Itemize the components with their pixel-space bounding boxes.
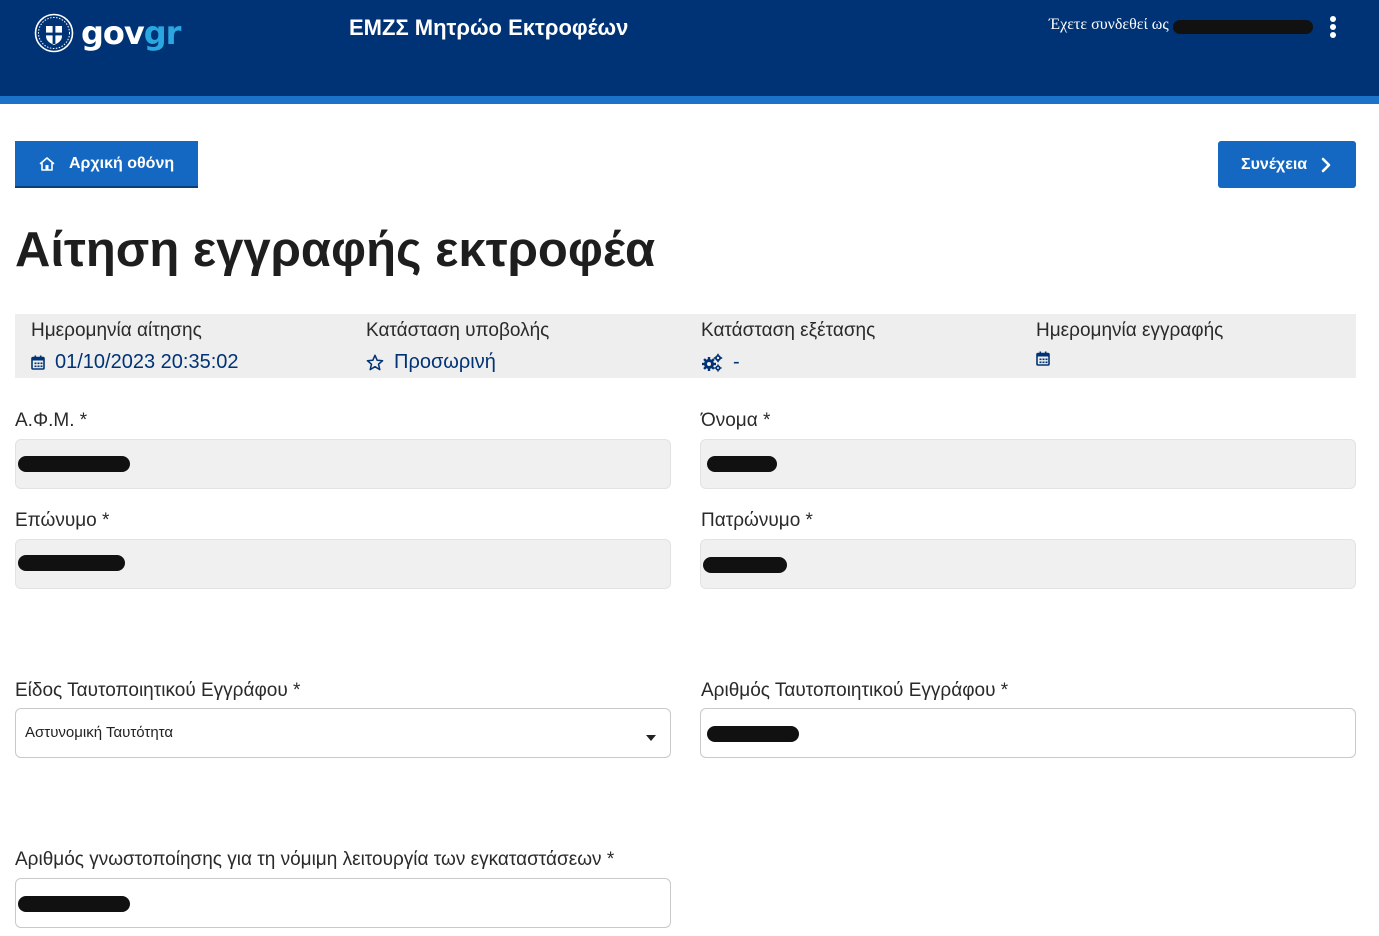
submission-status-label: Κατάσταση υποβολής xyxy=(366,320,550,341)
calendar-icon xyxy=(1036,351,1050,366)
application-info-bar: Ημερομηνία αίτησης 01/10/2023 20:35:02 Κ… xyxy=(15,314,1356,378)
home-icon xyxy=(39,156,55,171)
calendar-icon xyxy=(31,355,45,370)
registration-date-label: Ημερομηνία εγγραφής xyxy=(1036,320,1224,341)
review-status-value-row: - xyxy=(701,351,740,374)
id-type-select[interactable]: Αστυνομική Ταυτότητα xyxy=(15,708,671,758)
redacted-father-name xyxy=(703,557,787,573)
redacted-notification-number xyxy=(18,896,130,912)
id-type-selected-value: Αστυνομική Ταυτότητα xyxy=(25,724,174,741)
last-name-field[interactable] xyxy=(15,539,671,589)
logged-in-label: Έχετε συνδεθεί ως xyxy=(1049,16,1169,33)
id-number-label: Αριθμός Ταυτοποιητικού Εγγράφου * xyxy=(701,680,1009,701)
govgr-logo[interactable]: govgr xyxy=(34,13,181,53)
review-status-value: - xyxy=(733,351,740,373)
last-name-label: Επώνυμο * xyxy=(15,510,110,531)
star-icon xyxy=(366,354,384,370)
id-number-field[interactable] xyxy=(700,708,1356,758)
redacted-id-number xyxy=(707,726,799,742)
continue-button-label: Συνέχεια xyxy=(1241,155,1308,173)
submission-status-value: Προσωρινή xyxy=(394,351,496,373)
submission-status-value-row: Προσωρινή xyxy=(366,351,496,374)
home-button[interactable]: Αρχική οθόνη xyxy=(15,141,198,188)
caret-down-icon xyxy=(646,735,656,741)
logged-in-user: Έχετε συνδεθεί ως xyxy=(1049,16,1313,34)
gears-icon xyxy=(702,353,723,372)
redacted-username xyxy=(1172,20,1313,34)
notification-number-field[interactable] xyxy=(15,878,671,928)
kebab-menu-icon[interactable] xyxy=(1326,16,1340,38)
id-type-label: Είδος Ταυτοποιητικού Εγγράφου * xyxy=(15,680,301,701)
afm-field[interactable] xyxy=(15,439,671,489)
application-date-value: 01/10/2023 20:35:02 xyxy=(55,351,239,373)
redacted-last-name xyxy=(18,555,125,571)
logo-text: govgr xyxy=(81,14,181,52)
notification-number-label: Αριθμός γνωστοποίησης για τη νόμιμη λειτ… xyxy=(15,849,615,870)
redacted-first-name xyxy=(707,456,777,472)
greek-seal-icon xyxy=(34,13,74,53)
header-stripe xyxy=(0,96,1379,104)
application-date-value-row: 01/10/2023 20:35:02 xyxy=(31,351,239,374)
home-button-label: Αρχική οθόνη xyxy=(69,154,175,172)
page-title: Αίτηση εγγραφής εκτροφέα xyxy=(15,223,656,277)
registration-date-value-row xyxy=(1036,351,1060,366)
first-name-label: Όνομα * xyxy=(701,410,771,431)
top-header xyxy=(0,0,1379,96)
app-title: ΕΜΖΣ Μητρώο Εκτροφέων xyxy=(349,15,629,40)
application-date-label: Ημερομηνία αίτησης xyxy=(31,320,202,341)
continue-button[interactable]: Συνέχεια xyxy=(1218,141,1356,188)
first-name-field[interactable] xyxy=(700,439,1356,489)
father-name-field[interactable] xyxy=(700,539,1356,589)
review-status-label: Κατάσταση εξέτασης xyxy=(701,320,876,341)
father-name-label: Πατρώνυμο * xyxy=(701,510,813,531)
chevron-right-icon xyxy=(1321,157,1331,172)
afm-label: Α.Φ.Μ. * xyxy=(15,410,88,431)
redacted-afm xyxy=(18,456,130,472)
